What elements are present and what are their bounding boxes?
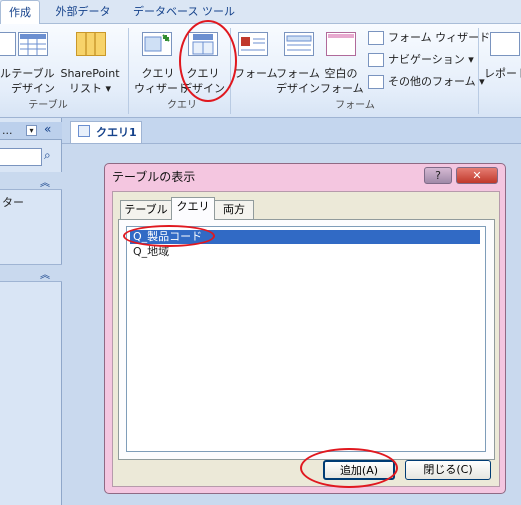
query-wizard-label-1: クエリ (141, 67, 175, 80)
query-tab-icon (78, 125, 90, 137)
section-collapse-icon[interactable]: ︽ (40, 174, 50, 189)
nav-menu-chevron-icon[interactable]: ▾ (26, 125, 37, 136)
group-divider (478, 28, 479, 114)
navigation-label: ナビゲーション ▾ (388, 53, 474, 66)
list-item[interactable]: Q_地域 (133, 245, 169, 259)
query-design-button[interactable]: クエリ デザイン (180, 66, 226, 96)
sharepoint-list-button[interactable]: SharePoint リスト ▾ (56, 66, 124, 96)
list-item[interactable]: Q_製品コード (130, 230, 480, 244)
nav-header-text: ... (2, 124, 13, 137)
table-design-label-2: デザイン (11, 82, 55, 95)
blank-form-label-1: 空白の (324, 67, 358, 80)
report-icon (490, 32, 520, 56)
blank-form-button[interactable]: 空白の フォーム (320, 66, 364, 96)
group-label-form: フォーム (335, 100, 375, 111)
tab-both[interactable]: 両方 (214, 200, 254, 219)
nav-collapse-icon[interactable]: « (44, 122, 51, 136)
document-tab-label: クエリ1 (96, 126, 137, 139)
close-icon[interactable]: ✕ (456, 167, 498, 184)
query-list[interactable] (126, 226, 486, 452)
form-design-label-1: フォーム (276, 67, 320, 80)
section-collapse-icon[interactable]: ︽ (40, 266, 50, 281)
other-forms-label: その他のフォーム ▾ (388, 75, 485, 88)
nav-section-header[interactable] (0, 264, 62, 282)
report-button[interactable]: レポート (484, 66, 521, 81)
table-icon (0, 32, 16, 56)
other-forms-button[interactable]: その他のフォーム ▾ (368, 72, 485, 92)
navigation-button[interactable]: ナビゲーション ▾ (368, 50, 474, 70)
group-label-query: クエリ (167, 100, 197, 111)
query-wizard-label-2: ウィザード (134, 82, 189, 95)
add-button[interactable]: 追加(A) (323, 460, 395, 480)
dialog-title: テーブルの表示 (112, 170, 196, 184)
form-icon (238, 32, 268, 56)
query-design-icon (188, 32, 218, 56)
navigation-icon (368, 53, 384, 67)
nav-item-partial[interactable]: ター (2, 194, 24, 210)
blank-form-icon (326, 32, 356, 56)
query-wizard-button[interactable]: クエリ ウィザード (134, 66, 189, 96)
form-design-button[interactable]: フォーム デザイン (276, 66, 320, 96)
group-label-table: テーブル (28, 100, 68, 111)
nav-section-header[interactable] (0, 172, 62, 190)
close-dialog-button[interactable]: 閉じる(C) (405, 460, 491, 480)
form-button[interactable]: フォーム (234, 66, 278, 81)
group-divider (230, 28, 231, 114)
query-design-label-1: クエリ (186, 67, 220, 80)
group-divider (128, 28, 129, 114)
nav-search-input[interactable] (0, 148, 42, 166)
form-wizard-button[interactable]: フォーム ウィザード (368, 28, 490, 48)
tab-external-data[interactable]: 外部データ (46, 0, 120, 24)
sharepoint-list-icon (76, 32, 106, 56)
table-design-button[interactable]: テーブル デザイン (10, 66, 56, 96)
blank-form-label-2: フォーム (320, 82, 364, 95)
search-icon[interactable]: ⌕ (44, 148, 51, 163)
other-forms-icon (368, 75, 384, 89)
form-design-label-2: デザイン (276, 82, 320, 95)
tab-database-tools[interactable]: データベース ツール (128, 0, 240, 24)
form-wizard-label: フォーム ウィザード (388, 31, 491, 44)
sharepoint-label-1: SharePoint (60, 67, 120, 80)
tab-tables[interactable]: テーブル (120, 200, 172, 219)
form-wizard-icon (368, 31, 384, 45)
tab-queries[interactable]: クエリ (171, 197, 215, 220)
table-design-label-1: テーブル (11, 67, 55, 80)
help-button[interactable]: ? (424, 167, 452, 184)
query-wizard-icon (142, 32, 172, 56)
query-design-label-2: デザイン (181, 82, 225, 95)
table-design-icon (18, 32, 48, 56)
sharepoint-label-2: リスト ▾ (68, 82, 112, 95)
form-design-icon (284, 32, 314, 56)
table-button-partial[interactable]: ル (0, 66, 11, 81)
tab-create[interactable]: 作成 (0, 0, 40, 25)
